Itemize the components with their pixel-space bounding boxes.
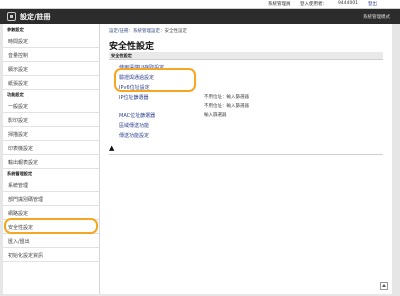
sidebar-item-scan[interactable]: 掃描設定 — [3, 127, 99, 141]
ip-filter-value: 不用位址：輸入篩選器 — [204, 104, 249, 109]
sidebar-item-label: 安全性設定 — [8, 225, 34, 231]
sidebar-item-label: 紙張設定 — [8, 81, 29, 87]
sidebar-item-display[interactable]: 顯示設定 — [3, 62, 99, 76]
user-label: 登入使用者： — [300, 2, 327, 7]
sidebar-item-label: 部門識別碼管理 — [8, 197, 44, 203]
login-user-label: 系統管理員 — [268, 2, 291, 7]
sidebar-item-label: 系統管理 — [8, 183, 29, 189]
scroll-top-icon[interactable] — [380, 282, 388, 290]
breadcrumb-current: 安全性設定 — [164, 29, 188, 34]
top-status-bar: 系統管理員 登入使用者： 9444001 登出 — [0, 0, 400, 9]
auth-settings-link[interactable]: 驗證與通過設定 — [119, 74, 154, 81]
ip-filter-value: 不用位址：輸入篩選器 — [204, 95, 249, 100]
sidebar-section-title: 功能設定 — [7, 92, 24, 97]
admin-mode-link[interactable]: 系統管理模式 — [363, 14, 390, 20]
back-to-top-icon[interactable]: ▲ — [109, 144, 114, 152]
sidebar-item-label: 音量控制 — [8, 53, 29, 59]
sidebar-item-label: 印表機設定 — [8, 146, 34, 152]
logout-link[interactable]: 登出 — [368, 1, 377, 7]
sidebar-section-title: 參數設定 — [7, 27, 24, 32]
sidebar-item-initialize[interactable]: 初始化設定資訊 — [3, 248, 99, 262]
sidebar-item-label: 掃描設定 — [8, 132, 29, 138]
sidebar-item-department[interactable]: 部門識別碼管理 — [3, 192, 99, 206]
sidebar-item-volume[interactable]: 音量控制 — [3, 48, 99, 62]
section-title: 安全性設定 — [111, 53, 132, 58]
mac-filter-value: 輸入篩選器 — [204, 113, 227, 118]
settings-app-icon — [7, 12, 16, 21]
sidebar-item-label: 輸出報表設定 — [8, 160, 39, 166]
divider — [109, 154, 383, 155]
sidebar-item-label: 顯示設定 — [8, 67, 29, 73]
remote-ui-access-link[interactable]: 使用遠端UI存取設定 — [119, 64, 164, 71]
sidebar-item-label: 時間設定 — [8, 39, 29, 45]
mac-filter-link[interactable]: MAC位址篩選器 — [119, 112, 155, 119]
sidebar-item-label: 初始化設定資訊 — [8, 253, 44, 259]
sidebar-item-label: 影印設定 — [8, 118, 29, 124]
user-name: 9444001 — [338, 1, 359, 6]
breadcrumb-item[interactable]: 設定/註冊 — [109, 29, 129, 34]
sidebar-item-time[interactable]: 時間設定 — [3, 34, 99, 48]
app-title: 設定/註冊 — [20, 13, 51, 21]
sidebar-item-general[interactable]: 一般設定 — [3, 99, 99, 113]
main-content: 設定/註冊：系統管理設定：安全性設定 安全性設定 安全性設定 使用遠端UI存取設… — [100, 24, 392, 294]
app-header: 設定/註冊 系統管理模式 — [0, 9, 400, 24]
sidebar-item-label: 一般設定 — [8, 104, 29, 110]
local-send-link[interactable]: 區域傳送功能 — [119, 122, 149, 129]
ip-filter-link[interactable]: IP位址篩選器 — [119, 94, 149, 101]
ipv6-settings-link[interactable]: IPv6位址設定 — [119, 84, 150, 91]
send-settings-link[interactable]: 傳送功能設定 — [119, 132, 149, 139]
sidebar-item-report[interactable]: 輸出報表設定 — [3, 155, 99, 169]
sidebar: 參數設定 時間設定 音量控制 顯示設定 紙張設定 功能設定 一般設定 影印設定 … — [3, 24, 100, 294]
sidebar-item-label: 網路設定 — [8, 211, 29, 217]
sidebar-item-import-export[interactable]: 匯入/匯出 — [3, 234, 99, 248]
sidebar-item-paper[interactable]: 紙張設定 — [3, 76, 99, 90]
sidebar-item-copy[interactable]: 影印設定 — [3, 113, 99, 127]
sidebar-item-printer[interactable]: 印表機設定 — [3, 141, 99, 155]
breadcrumb-item[interactable]: 系統管理設定 — [133, 29, 160, 34]
section-header: 安全性設定 — [109, 52, 383, 60]
sidebar-section-title: 系統管理設定 — [7, 171, 33, 176]
breadcrumb: 設定/註冊：系統管理設定：安全性設定 — [109, 28, 187, 34]
page-title: 安全性設定 — [109, 42, 155, 52]
sidebar-item-network[interactable]: 網路設定 — [3, 206, 99, 220]
sidebar-item-security[interactable]: 安全性設定 — [3, 220, 99, 234]
sidebar-item-system[interactable]: 系統管理 — [3, 178, 99, 192]
sidebar-item-label: 匯入/匯出 — [8, 239, 30, 245]
